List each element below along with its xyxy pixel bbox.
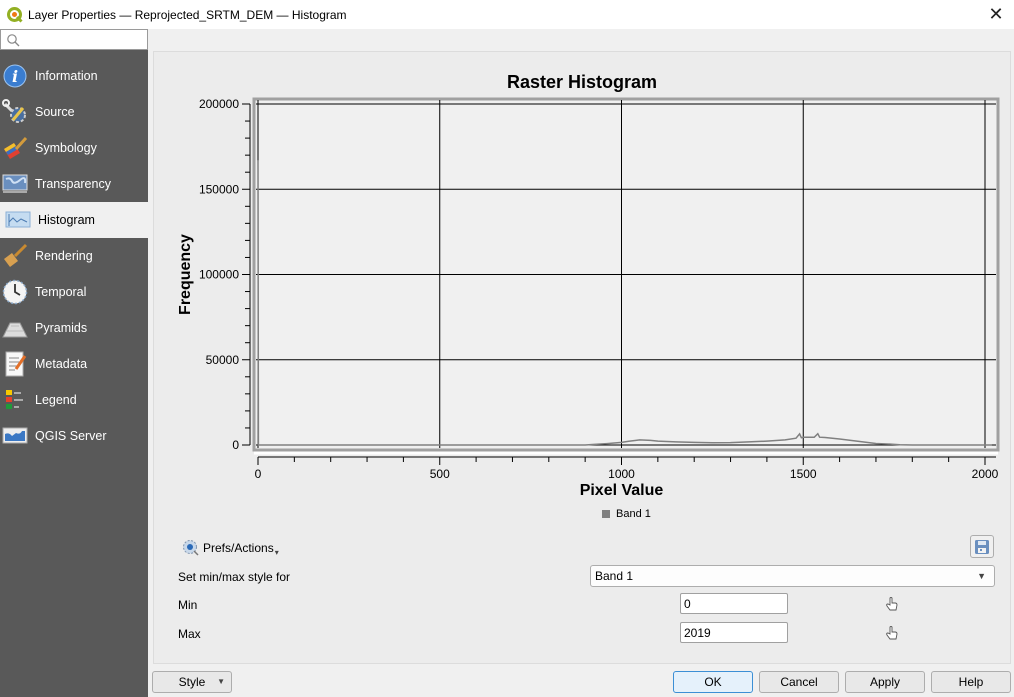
y-tick-label: 100000: [199, 268, 239, 282]
save-icon: [975, 539, 989, 554]
clock-icon: [2, 279, 28, 305]
sidebar-item-pyramids[interactable]: Pyramids: [0, 310, 148, 346]
min-input[interactable]: [680, 593, 788, 614]
x-tick-label: 0: [255, 467, 262, 481]
sidebar-item-histogram[interactable]: Histogram: [0, 202, 150, 238]
sidebar-item-label: Rendering: [35, 249, 93, 263]
x-axis-title: Pixel Value: [580, 482, 664, 499]
sidebar-item-source[interactable]: Source: [0, 94, 148, 130]
chevron-down-icon: ▼: [977, 571, 986, 581]
save-histogram-button[interactable]: [970, 535, 994, 558]
pick-min-hand-icon[interactable]: [884, 596, 900, 612]
symbology-brush-icon: [2, 135, 28, 161]
histogram-chart: 0 50000 100000 150000 200000 0 500 1000 1500 2000…: [177, 97, 1000, 499]
window-title: Layer Properties — Reprojected_SRTM_DEM …: [28, 7, 347, 22]
sidebar-item-label: Metadata: [35, 357, 88, 371]
chevron-down-icon: ▼: [217, 677, 225, 686]
x-tick-label: 2000: [972, 467, 999, 481]
y-tick-label: 150000: [199, 182, 239, 196]
help-button[interactable]: Help: [931, 671, 1011, 693]
info-icon: i: [2, 63, 28, 89]
sidebar-item-label: Source: [35, 105, 75, 119]
apply-button[interactable]: Apply: [845, 671, 925, 693]
sidebar-item-label: Pyramids: [35, 321, 88, 335]
histogram-icon: [5, 207, 31, 233]
sidebar-item-temporal[interactable]: Temporal: [0, 274, 148, 310]
y-tick-label: 0: [232, 438, 239, 452]
sidebar-item-label: Transparency: [35, 177, 111, 191]
legend-swatch: [602, 510, 610, 518]
window-titlebar: Layer Properties — Reprojected_SRTM_DEM …: [0, 0, 1014, 29]
style-button[interactable]: Style ▼: [152, 671, 232, 693]
qgis-server-icon: [2, 423, 28, 449]
pyramids-icon: [2, 315, 28, 341]
prefs-actions-button[interactable]: Prefs/Actions ▾: [182, 539, 279, 557]
prefs-actions-label: Prefs/Actions: [203, 541, 274, 555]
max-label: Max: [178, 627, 201, 641]
cancel-button[interactable]: Cancel: [759, 671, 839, 693]
sidebar-item-label: Symbology: [35, 141, 97, 155]
max-input[interactable]: [680, 622, 788, 643]
sidebar-item-label: Temporal: [35, 285, 87, 299]
chart-legend: Band 1: [602, 508, 651, 520]
set-minmax-label: Set min/max style for: [178, 570, 291, 584]
prefs-gear-icon: [183, 540, 199, 556]
sidebar-item-transparency[interactable]: Transparency: [0, 166, 148, 202]
x-tick-label: 1500: [790, 467, 817, 481]
close-icon[interactable]: ✕: [986, 4, 1006, 24]
sidebar-item-metadata[interactable]: Metadata: [0, 346, 148, 382]
transparency-map-icon: [2, 171, 28, 197]
sidebar-item-label: Legend: [35, 393, 77, 407]
search-icon: [7, 34, 20, 47]
pick-max-hand-icon[interactable]: [884, 625, 900, 641]
metadata-document-icon: [2, 351, 28, 377]
band-select[interactable]: Band 1 ▼: [590, 565, 995, 587]
chevron-down-icon: ▾: [274, 547, 279, 557]
min-label: Min: [178, 598, 198, 612]
legend-label: Band 1: [616, 508, 651, 520]
sidebar-nav: i Information Source Symbology Transpare…: [0, 58, 150, 454]
rendering-brush-icon: [2, 243, 28, 269]
sidebar-item-qgis-server[interactable]: QGIS Server: [0, 418, 148, 454]
sidebar-search-input[interactable]: [23, 31, 143, 48]
sidebar-item-information[interactable]: i Information: [0, 58, 148, 94]
histogram-panel: Raster Histogram 0 50000 100000 150000 20000…: [153, 51, 1011, 664]
svg-text:i: i: [12, 67, 18, 86]
sidebar-item-symbology[interactable]: Symbology: [0, 130, 148, 166]
sidebar-item-label: Information: [35, 69, 98, 83]
sidebar: i Information Source Symbology Transpare…: [0, 29, 150, 697]
legend-icon: [2, 387, 28, 413]
y-axis-title: Frequency: [177, 234, 194, 315]
sidebar-item-legend[interactable]: Legend: [0, 382, 148, 418]
band-select-value: Band 1: [595, 569, 634, 583]
source-tools-icon: [2, 99, 28, 125]
x-tick-label: 1000: [608, 467, 635, 481]
y-tick-label: 200000: [199, 97, 239, 111]
sidebar-item-label: QGIS Server: [35, 429, 107, 443]
ok-button[interactable]: OK: [673, 671, 753, 693]
x-tick-label: 500: [430, 467, 450, 481]
sidebar-item-rendering[interactable]: Rendering: [0, 238, 148, 274]
sidebar-item-label: Histogram: [38, 213, 95, 227]
style-label: Style: [178, 675, 206, 689]
sidebar-search[interactable]: [0, 29, 148, 50]
y-tick-label: 50000: [206, 353, 240, 367]
qgis-logo-icon: [7, 6, 23, 23]
